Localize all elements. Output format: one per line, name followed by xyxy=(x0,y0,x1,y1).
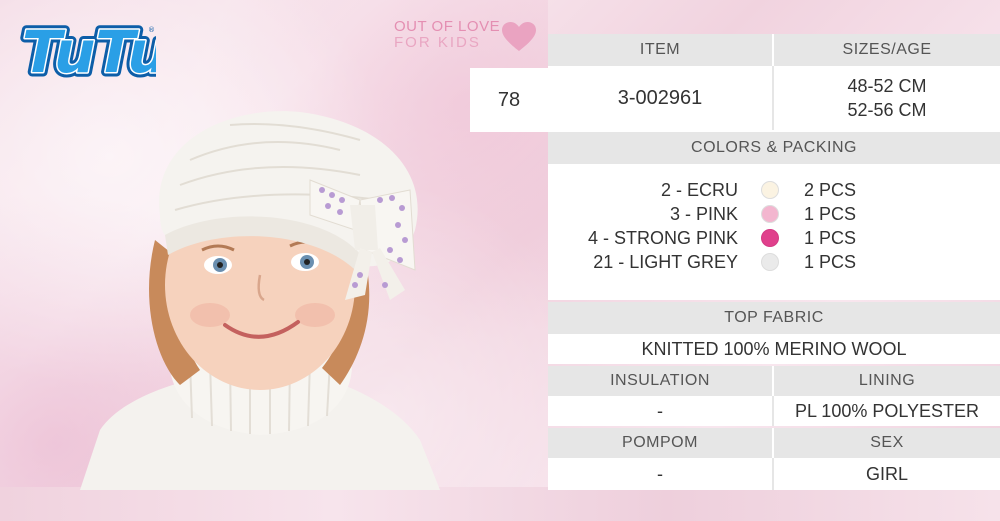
lining-header: LINING xyxy=(774,366,1000,396)
color-swatch xyxy=(761,181,779,199)
color-name: 2 - ECRU xyxy=(660,179,738,200)
tagline: OUT OF LOVE FOR KIDS xyxy=(394,18,500,51)
color-name: 21 - LIGHT GREY xyxy=(593,251,738,272)
color-pcs: 1 PCS xyxy=(804,251,857,272)
svg-text:TuTu: TuTu xyxy=(22,18,156,82)
size-1: 48-52 CM xyxy=(847,76,927,96)
color-swatch xyxy=(761,205,779,223)
color-row: 2 - ECRU 2 PCS xyxy=(548,178,1000,202)
size-2: 52-56 CM xyxy=(847,100,927,120)
item-header: ITEM xyxy=(548,34,774,66)
heart-icon xyxy=(502,22,536,51)
insulation-header: INSULATION xyxy=(548,366,774,396)
tutu-logo: TuTu TuTu TuTu ® xyxy=(18,18,156,82)
bottom-strip xyxy=(0,487,1000,521)
colors-packing-header: COLORS & PACKING xyxy=(548,132,1000,164)
svg-text:®: ® xyxy=(148,26,155,34)
color-pcs: 1 PCS xyxy=(804,203,857,224)
spec-table: ITEM SIZES/AGE 3-002961 48-52 CM 52-56 C… xyxy=(548,34,1000,490)
tagline-line1: OUT OF LOVE xyxy=(394,18,501,35)
color-name: 4 - STRONG PINK xyxy=(587,227,738,248)
sizes-value: 48-52 CM 52-56 CM xyxy=(774,66,1000,130)
sizes-header: SIZES/AGE xyxy=(774,34,1000,66)
color-row: 4 - STRONG PINK 1 PCS xyxy=(548,226,1000,250)
item-value: 3-002961 xyxy=(548,66,774,130)
insulation-value: - xyxy=(548,396,774,426)
sex-header: SEX xyxy=(774,428,1000,458)
color-row: 3 - PINK 1 PCS xyxy=(548,202,1000,226)
color-pcs: 2 PCS xyxy=(804,179,857,200)
tagline-line2: FOR KIDS xyxy=(394,34,481,51)
product-number: 78 xyxy=(497,88,521,111)
pompom-header: POMPOM xyxy=(548,428,774,458)
colors-list: 2 - ECRU 2 PCS 3 - PINK 1 PCS 4 - STRONG… xyxy=(548,164,1000,300)
color-pcs: 1 PCS xyxy=(804,227,857,248)
top-fabric-value: KNITTED 100% MERINO WOOL xyxy=(548,334,1000,364)
color-swatch xyxy=(761,253,779,271)
lining-value: PL 100% POLYESTER xyxy=(774,396,1000,426)
sex-value: GIRL xyxy=(774,458,1000,490)
pompom-value: - xyxy=(548,458,774,490)
girl-in-beret-illustration xyxy=(80,111,440,490)
color-row: 21 - LIGHT GREY 1 PCS xyxy=(548,250,1000,274)
color-name: 3 - PINK xyxy=(669,203,738,224)
color-swatch xyxy=(761,229,779,247)
top-fabric-header: TOP FABRIC xyxy=(548,302,1000,334)
